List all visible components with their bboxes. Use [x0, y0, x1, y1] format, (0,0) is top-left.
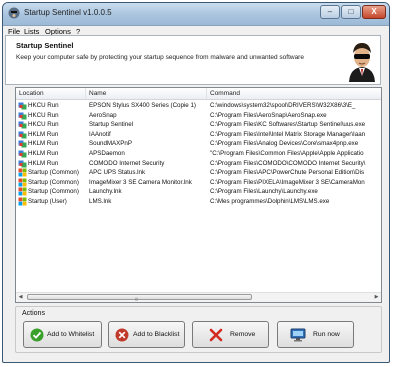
- cell-name: EPSON Stylus SX400 Series (Copie 1): [89, 102, 196, 109]
- registry-icon: [18, 102, 27, 110]
- table-row[interactable]: Startup (Common) APC UPS Status.lnk C:\Pro…: [16, 168, 381, 177]
- cell-location: HKCU Run: [28, 102, 59, 109]
- cell-location: Startup (Common): [28, 169, 79, 177]
- stop-circle-icon: [115, 328, 129, 342]
- windows-icon: [18, 178, 27, 187]
- table-row[interactable]: HKLM Run APSDaemon "C:\Program Files\Commo…: [16, 149, 381, 158]
- cell-command: C:\Program Files\AeroSnap\AeroSnap.exe: [210, 111, 327, 119]
- check-circle-icon: [30, 328, 44, 342]
- cell-location: Startup (User): [28, 198, 67, 205]
- cell-location: HKLM Run: [28, 150, 59, 157]
- registry-icon: [18, 112, 27, 120]
- spy-mascot-icon: [349, 43, 375, 82]
- table-row[interactable]: HKCU Run Startup Sentinel C:\Program Files…: [16, 120, 381, 129]
- table-row[interactable]: Startup (User) LMS.lnk C:\Mes programmes\D…: [16, 197, 381, 206]
- cell-location: HKCU Run: [28, 121, 59, 129]
- windows-icon: [18, 197, 27, 206]
- actions-label: Actions: [22, 310, 45, 317]
- list-header: Location Name Command: [16, 88, 381, 100]
- blacklist-label: Add to Blacklist: [133, 331, 180, 338]
- cell-name: ImageMixer 3 SE Camera Monitor.lnk: [89, 178, 192, 186]
- cell-name: COMODO Internet Security: [89, 159, 165, 167]
- whitelist-label: Add to Whitelist: [47, 331, 95, 338]
- column-location[interactable]: Location: [16, 88, 86, 99]
- cell-command: "C:\Program Files\Common Files\Apple\App…: [210, 150, 364, 157]
- horizontal-scrollbar[interactable]: ◀ ||| ▶: [16, 292, 381, 302]
- remove-button[interactable]: Remove: [192, 321, 269, 348]
- add-to-blacklist-button[interactable]: Add to Blacklist: [108, 321, 185, 348]
- close-button[interactable]: X: [362, 5, 386, 19]
- add-to-whitelist-button[interactable]: Add to Whitelist: [23, 321, 102, 348]
- remove-label: Remove: [230, 331, 256, 338]
- grip-icon: |||: [135, 296, 139, 301]
- maximize-button[interactable]: □: [341, 5, 361, 19]
- cell-name: Startup Sentinel: [89, 121, 134, 129]
- monitor-icon: [290, 328, 306, 342]
- registry-icon: [18, 140, 27, 148]
- run-now-button[interactable]: Run now: [277, 321, 354, 348]
- cell-command: C:\Program Files\KC Softwares\Startup Se…: [210, 121, 366, 129]
- cell-command: C:\Program Files\APC\PowerChute Personal…: [210, 169, 365, 177]
- table-row[interactable]: HKLM Run SoundMAXPnP C:\Program Files\Anal…: [16, 139, 381, 148]
- table-row[interactable]: HKCU Run EPSON Stylus SX400 Series (Copie…: [16, 101, 381, 110]
- cell-name: APSDaemon: [89, 150, 125, 157]
- table-row[interactable]: Startup (Common) ImageMixer 3 SE Camera M…: [16, 178, 381, 187]
- app-logo-icon: [8, 7, 20, 19]
- cell-location: HKLM Run: [28, 140, 59, 148]
- registry-icon: [18, 131, 27, 139]
- table-row[interactable]: HKLM Run IAAnotif C:\Program Files\Intel\I…: [16, 130, 381, 139]
- table-row[interactable]: HKCU Run AeroSnap C:\Program Files\AeroSna…: [16, 111, 381, 120]
- cell-name: IAAnotif: [89, 130, 111, 138]
- cell-command: C:\Program Files\Launchy\Launchy.exe: [210, 188, 318, 196]
- registry-icon: [18, 160, 27, 168]
- startup-items-list[interactable]: Location Name Command HKCU Run EPSON Styl…: [15, 87, 382, 303]
- column-name[interactable]: Name: [86, 88, 207, 99]
- red-x-icon: [209, 328, 223, 342]
- minimize-button[interactable]: –: [320, 5, 340, 19]
- cell-command: C:\Program Files\PIXELA\ImageMixer 3 SE\…: [210, 178, 365, 186]
- cell-command: C:\Program Files\COMODO\COMODO Internet …: [210, 159, 366, 167]
- scroll-right-icon[interactable]: ▶: [372, 293, 381, 302]
- scroll-left-icon[interactable]: ◀: [16, 293, 25, 302]
- cell-location: HKLM Run: [28, 130, 59, 138]
- cell-name: SoundMAXPnP: [89, 140, 132, 148]
- cell-name: Launchy.lnk: [89, 188, 122, 196]
- run-now-label: Run now: [313, 331, 340, 338]
- scroll-thumb[interactable]: |||: [27, 294, 252, 301]
- column-command[interactable]: Command: [207, 88, 381, 99]
- cell-name: AeroSnap: [89, 111, 117, 119]
- windows-icon: [18, 168, 27, 177]
- cell-name: APC UPS Status.lnk: [89, 169, 146, 177]
- registry-icon: [18, 121, 27, 129]
- table-row[interactable]: Startup (Common) Launchy.lnk C:\Program Fi…: [16, 187, 381, 196]
- registry-icon: [18, 150, 27, 158]
- cell-command: C:\Program Files\Intel\Intel Matrix Stor…: [210, 130, 366, 138]
- actions-group: Actions Add to Whitelist Add to Blacklis…: [15, 306, 382, 353]
- windows-icon: [18, 187, 27, 196]
- header-title: Startup Sentinel: [16, 41, 74, 50]
- cell-name: LMS.lnk: [89, 198, 112, 205]
- cell-location: HKLM Run: [28, 159, 59, 167]
- cell-location: Startup (Common): [28, 188, 79, 196]
- cell-command: C:\windows\system32\spool\DRIVERS\W32X86…: [210, 102, 356, 109]
- cell-location: Startup (Common): [28, 178, 79, 186]
- header-subtitle: Keep your computer safe by protecting yo…: [16, 54, 304, 61]
- cell-location: HKCU Run: [28, 111, 59, 119]
- window-title: Startup Sentinel v1.0.0.5: [24, 8, 112, 17]
- cell-command: C:\Program Files\Analog Devices\Core\sma…: [210, 140, 359, 148]
- app-header: Startup Sentinel Keep your computer safe…: [5, 35, 381, 85]
- cell-command: C:\Mes programmes\Dolphin\LMS\LMS.exe: [210, 198, 330, 205]
- table-row[interactable]: HKLM Run COMODO Internet Security C:\Progr…: [16, 159, 381, 168]
- title-bar[interactable]: Startup Sentinel v1.0.0.5 – □ X: [3, 3, 389, 26]
